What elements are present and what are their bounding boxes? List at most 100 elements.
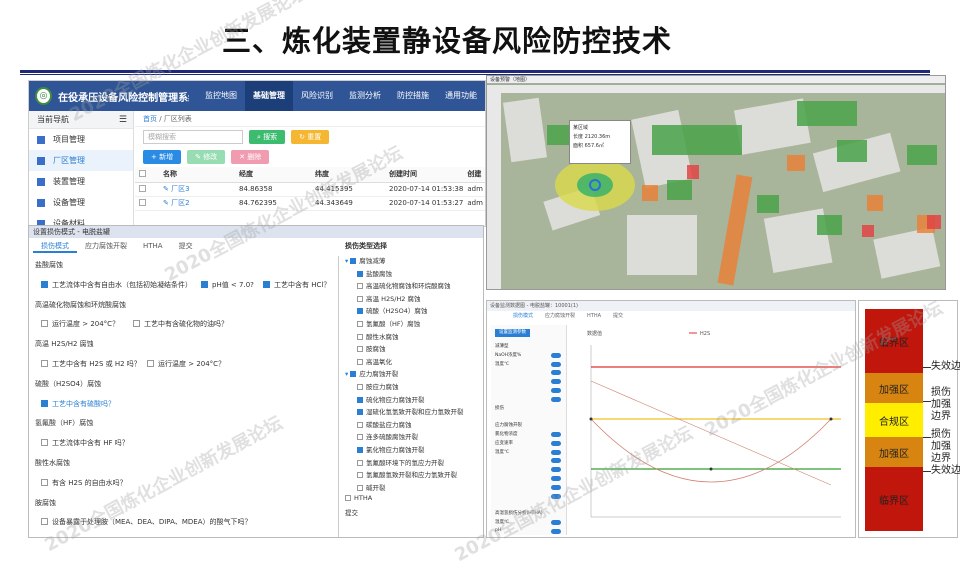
tree-node[interactable]: 高温 H2S/H2 腐蚀 xyxy=(357,293,421,303)
checkbox[interactable] xyxy=(139,185,146,192)
param-toggle[interactable] xyxy=(551,441,561,446)
checkbox[interactable] xyxy=(41,281,48,288)
checkbox[interactable] xyxy=(201,281,208,288)
data-point[interactable] xyxy=(710,468,713,471)
checkbox[interactable] xyxy=(41,439,48,446)
param-toggle[interactable] xyxy=(551,353,561,358)
row-name-link[interactable]: ✎ 厂区2 xyxy=(159,196,235,210)
nav-item[interactable]: 防控措施 xyxy=(389,81,437,111)
tab-htha[interactable]: HTHA xyxy=(581,311,607,321)
checkbox[interactable] xyxy=(41,479,48,486)
param-toggle[interactable] xyxy=(551,529,561,534)
tab-htha[interactable]: HTHA xyxy=(135,239,171,253)
plant-risk-map[interactable]: 设备预警（地图） xyxy=(486,75,946,290)
row-name-link[interactable]: ✎ 厂区3 xyxy=(159,182,235,196)
checkbox[interactable] xyxy=(357,384,363,390)
param-toggle[interactable] xyxy=(551,379,561,384)
damage-question-checkbox[interactable]: 工艺流体中含有 HF 吗？ xyxy=(41,438,129,448)
damage-question-checkbox[interactable]: 运行温度 > 204°C？ xyxy=(41,319,119,329)
search-input[interactable]: 模糊搜索 xyxy=(143,130,243,144)
checkbox[interactable] xyxy=(357,397,363,403)
tab-stress-corrosion[interactable]: 应力腐蚀开裂 xyxy=(77,239,135,253)
nav-item-active[interactable]: 基础管理 xyxy=(245,81,293,111)
column-header[interactable]: 名称 xyxy=(159,167,235,182)
column-header[interactable]: 创建 xyxy=(463,167,485,182)
tab-submit[interactable]: 提交 xyxy=(607,311,629,321)
checkbox[interactable] xyxy=(357,485,363,491)
tree-node[interactable]: 碳酸盐应力腐蚀 xyxy=(357,419,412,429)
checkbox[interactable] xyxy=(41,400,48,407)
set-params-button[interactable]: 设置监测参数 xyxy=(495,329,530,337)
param-toggle[interactable] xyxy=(551,370,561,375)
tree-node[interactable]: ▾腐蚀减薄 xyxy=(345,255,385,265)
nav-item[interactable]: 通用功能 xyxy=(437,81,485,111)
select-all-header[interactable] xyxy=(135,167,159,182)
column-header[interactable]: 经度 xyxy=(235,167,311,182)
table-row[interactable]: ✎ 厂区2 84.762395 44.343649 2020-07-14 01:… xyxy=(135,196,485,210)
checkbox[interactable] xyxy=(350,371,356,377)
tree-node[interactable]: 碱开裂 xyxy=(357,482,386,492)
checkbox[interactable] xyxy=(357,359,363,365)
delete-button[interactable]: ✕ 删除 xyxy=(231,150,269,164)
param-toggle[interactable] xyxy=(551,467,561,472)
monitor-chart[interactable]: 数据值 H2S xyxy=(571,325,853,537)
param-toggle[interactable] xyxy=(551,362,561,367)
checkbox[interactable] xyxy=(357,447,363,453)
tab-submit[interactable]: 提交 xyxy=(171,239,201,253)
edit-button[interactable]: ✎ 修改 xyxy=(187,150,225,164)
checkbox[interactable] xyxy=(41,518,48,525)
param-toggle[interactable] xyxy=(551,494,561,499)
checkbox[interactable] xyxy=(357,409,363,415)
checkbox[interactable] xyxy=(41,320,48,327)
tree-node[interactable]: 酸性水腐蚀 xyxy=(357,331,399,341)
checkbox[interactable] xyxy=(357,308,363,314)
checkbox[interactable] xyxy=(139,170,146,177)
tree-node[interactable]: 盐酸腐蚀 xyxy=(357,268,392,278)
nav-item[interactable]: 监测分析 xyxy=(341,81,389,111)
nav-item[interactable]: 监控地图 xyxy=(197,81,245,111)
param-toggle[interactable] xyxy=(551,388,561,393)
checkbox[interactable] xyxy=(357,346,363,352)
checkbox[interactable] xyxy=(357,283,363,289)
checkbox[interactable] xyxy=(357,460,363,466)
data-point[interactable] xyxy=(830,418,833,421)
checkbox[interactable] xyxy=(357,472,363,478)
tree-node[interactable]: 氯化物应力腐蚀开裂 xyxy=(357,444,425,454)
sidebar-item-unit[interactable]: 装置管理 xyxy=(29,171,133,192)
tree-node[interactable]: 硫酸（H2SO4）腐蚀 xyxy=(357,305,427,315)
chevron-down-icon[interactable]: ▾ xyxy=(345,370,348,378)
column-header[interactable]: 纬度 xyxy=(311,167,385,182)
data-point[interactable] xyxy=(590,418,593,421)
tab-damage-mode[interactable]: 损伤模式 xyxy=(507,311,539,321)
menu-icon[interactable]: ☰ xyxy=(119,111,127,129)
tree-node[interactable]: 湿硫化氢氢致开裂和应力氢致开裂 xyxy=(357,406,464,416)
param-toggle[interactable] xyxy=(551,485,561,490)
tree-node[interactable]: 胺应力腐蚀 xyxy=(357,381,399,391)
checkbox[interactable] xyxy=(139,199,146,206)
breadcrumb-home[interactable]: 首页 xyxy=(143,115,157,123)
table-row[interactable]: ✎ 厂区3 84.86358 44.415395 2020-07-14 01:5… xyxy=(135,182,485,196)
param-toggle[interactable] xyxy=(551,458,561,463)
checkbox[interactable] xyxy=(357,271,363,277)
tree-node[interactable]: 连多硫酸腐蚀开裂 xyxy=(357,431,418,441)
map-canvas[interactable] xyxy=(487,85,946,290)
reset-button[interactable]: ↻ 重置 xyxy=(291,130,329,144)
checkbox[interactable] xyxy=(345,495,351,501)
checkbox[interactable] xyxy=(357,434,363,440)
checkbox[interactable] xyxy=(357,422,363,428)
chevron-down-icon[interactable]: ▾ xyxy=(345,257,348,265)
checkbox[interactable] xyxy=(357,296,363,302)
tree-node[interactable]: 硫化物应力腐蚀开裂 xyxy=(357,394,425,404)
tree-node[interactable]: 氢氟酸环境下的氢应力开裂 xyxy=(357,457,444,467)
checkbox[interactable] xyxy=(357,334,363,340)
checkbox[interactable] xyxy=(41,360,48,367)
checkbox[interactable] xyxy=(357,321,363,327)
tree-node[interactable]: HTHA xyxy=(345,494,372,502)
damage-question-checkbox[interactable]: 工艺中含有 HCl？ xyxy=(263,280,330,290)
damage-question-checkbox[interactable]: 设备暴露于处理胺（MEA、DEA、DIPA、MDEA）的酸气下吗？ xyxy=(41,517,252,527)
tab-stress-corrosion[interactable]: 应力腐蚀开裂 xyxy=(539,311,581,321)
param-toggle[interactable] xyxy=(551,476,561,481)
tree-node[interactable]: 高温硫化物腐蚀和环烷酸腐蚀 xyxy=(357,280,451,290)
param-toggle[interactable] xyxy=(551,520,561,525)
sidebar-item-plant[interactable]: 厂区管理 xyxy=(29,150,133,171)
